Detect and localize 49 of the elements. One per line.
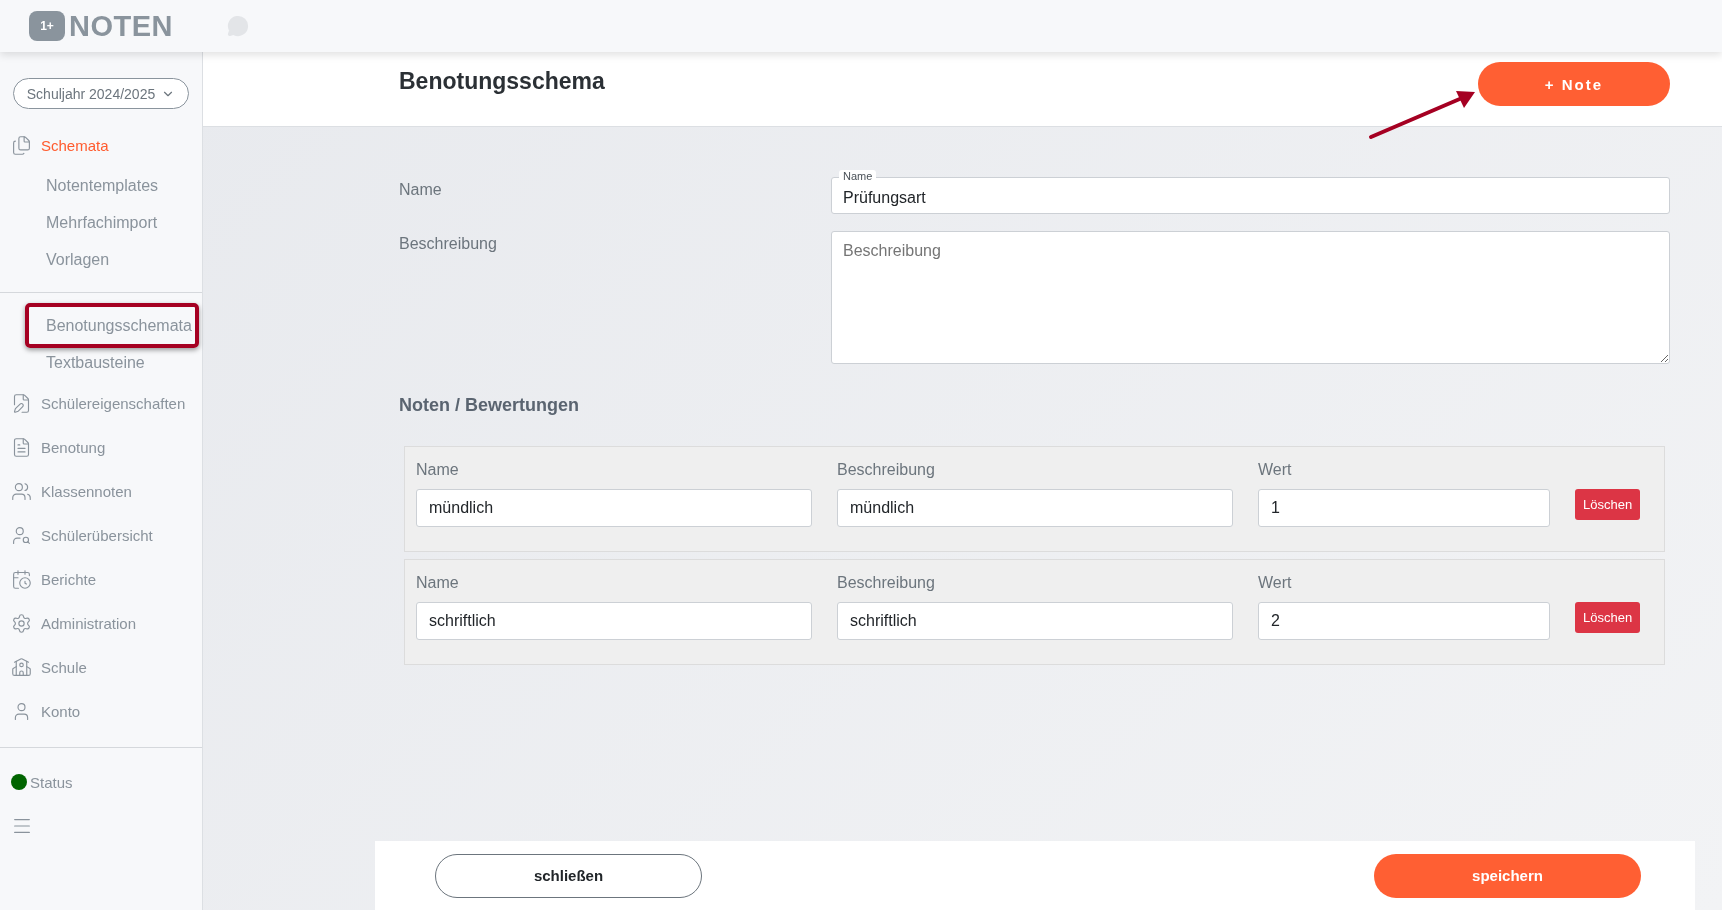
section-title: Noten / Bewertungen <box>399 395 580 416</box>
sidebar-item[interactable]: Schule <box>0 645 202 689</box>
sidebar-item[interactable]: Textbausteine <box>25 344 199 381</box>
grade-description-field[interactable]: mündlich <box>837 489 1233 527</box>
field-label: Beschreibung <box>399 234 498 254</box>
field-label: Beschreibung <box>837 461 935 479</box>
grade-value-field[interactable]: 1 <box>1258 489 1550 527</box>
field-label: Name <box>416 574 459 592</box>
sidebar-item[interactable]: Klassennoten <box>0 469 202 513</box>
sidebar-item[interactable]: Schemata <box>0 123 202 167</box>
page-title: Benotungsschema <box>399 68 605 95</box>
school-icon <box>11 656 32 678</box>
logo-icon: 1+ <box>29 11 65 41</box>
files-icon <box>11 134 32 156</box>
delete-button[interactable]: Löschen <box>1575 602 1641 633</box>
settings-icon <box>11 612 32 634</box>
file-pen-icon <box>11 392 32 414</box>
sidebar-item[interactable]: Vorlagen <box>25 241 199 278</box>
sidebar-item[interactable]: Konto <box>0 689 202 733</box>
sidebar-item[interactable]: Benotungsschemata <box>25 307 199 344</box>
document-icon <box>11 436 32 458</box>
logo-text: NOTEN <box>69 9 173 43</box>
status-label: Status <box>30 773 73 791</box>
save-button[interactable]: speichern <box>1374 853 1641 898</box>
floating-label: Name <box>839 170 877 183</box>
sidebar-item[interactable]: Schülereigenschaften <box>0 381 202 425</box>
grade-description-field[interactable]: schriftlich <box>837 602 1233 640</box>
calendar-clock-icon <box>11 568 32 590</box>
sidebar-item[interactable]: Schülerübersicht <box>0 513 202 557</box>
sidebar-item[interactable]: Mehrfachimport <box>25 204 199 241</box>
description-field[interactable]: Beschreibung <box>831 231 1670 364</box>
sidebar-item[interactable]: Benotung <box>0 425 202 469</box>
sidebar-item[interactable]: Notentemplates <box>25 167 199 204</box>
field-label: Beschreibung <box>837 574 935 592</box>
add-note-button[interactable]: + Note <box>1478 62 1670 106</box>
field-label: Wert <box>1258 574 1292 592</box>
sidebar-item[interactable]: Berichte <box>0 557 202 601</box>
grade-name-field[interactable]: schriftlich <box>416 602 812 640</box>
year-select[interactable]: Schuljahr 2024/2025 <box>13 78 189 109</box>
grade-name-field[interactable]: mündlich <box>416 489 812 527</box>
close-button[interactable]: schließen <box>435 853 702 898</box>
field-label: Name <box>416 461 459 479</box>
delete-button[interactable]: Löschen <box>1575 489 1641 520</box>
people-icon <box>11 480 32 502</box>
field-label: Name <box>399 180 443 200</box>
grade-value-field[interactable]: 2 <box>1258 602 1550 640</box>
user-search-icon <box>11 524 32 546</box>
sidebar-item[interactable]: Administration <box>0 601 202 645</box>
field-label: Wert <box>1258 461 1292 479</box>
